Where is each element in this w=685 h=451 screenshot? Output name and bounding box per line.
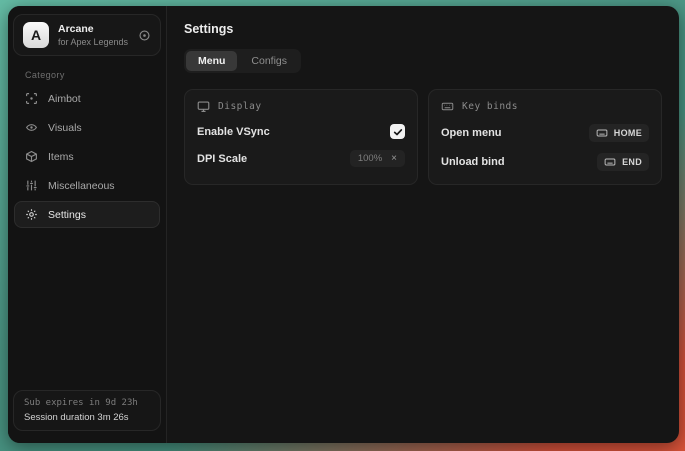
sidebar-item-items[interactable]: Items <box>14 143 160 170</box>
display-card: Display Enable VSync DPI Scale 100% × <box>184 89 418 185</box>
page-title: Settings <box>184 22 662 36</box>
tab-menu[interactable]: Menu <box>186 51 237 71</box>
sidebar: A Arcane for Apex Legends Category <box>8 6 167 443</box>
clear-icon[interactable]: × <box>391 154 397 164</box>
keybinds-card-title: Key binds <box>462 101 518 112</box>
dpi-label: DPI Scale <box>197 153 247 165</box>
sliders-icon <box>25 179 38 192</box>
main-content: Settings Menu Configs Display Enable VSy… <box>167 6 679 443</box>
sidebar-item-visuals[interactable]: Visuals <box>14 114 160 141</box>
app-window: A Arcane for Apex Legends Category <box>8 6 679 443</box>
session-card: Sub expires in 9d 23h Session duration 3… <box>13 390 161 431</box>
keybinds-card: Key binds Open menu HOME Unload bin <box>428 89 662 185</box>
sidebar-item-label: Miscellaneous <box>48 180 115 192</box>
sidebar-item-label: Items <box>48 151 74 163</box>
dpi-row: DPI Scale 100% × <box>197 150 405 167</box>
session-duration-text: Session duration 3m 26s <box>24 412 150 423</box>
open-menu-key: HOME <box>614 128 642 138</box>
sidebar-item-label: Settings <box>48 209 86 221</box>
app-name: Arcane <box>58 23 128 35</box>
tab-configs[interactable]: Configs <box>239 51 299 71</box>
display-card-header: Display <box>197 100 405 113</box>
sidebar-item-label: Visuals <box>48 122 82 134</box>
profile-card: A Arcane for Apex Legends <box>13 14 161 56</box>
unload-bind-label: Unload bind <box>441 156 505 168</box>
unload-bind-row: Unload bind END <box>441 153 649 171</box>
eye-icon <box>25 121 38 134</box>
sidebar-item-miscellaneous[interactable]: Miscellaneous <box>14 172 160 199</box>
cube-icon <box>25 150 38 163</box>
dpi-value: 100% <box>358 153 382 164</box>
unload-keybind[interactable]: END <box>597 153 649 171</box>
target-icon[interactable] <box>138 29 151 42</box>
keyboard-icon <box>604 156 616 168</box>
settings-cards: Display Enable VSync DPI Scale 100% × <box>184 89 662 185</box>
sidebar-item-settings[interactable]: Settings <box>14 201 160 228</box>
display-card-title: Display <box>218 101 262 112</box>
crosshair-icon <box>25 92 38 105</box>
open-menu-label: Open menu <box>441 127 502 139</box>
dpi-scale-control[interactable]: 100% × <box>350 150 405 167</box>
category-label: Category <box>25 70 166 80</box>
open-menu-keybind[interactable]: HOME <box>589 124 649 142</box>
sub-expires-text: Sub expires in 9d 23h <box>24 398 150 408</box>
app-logo: A <box>23 22 49 48</box>
keyboard-icon <box>441 100 454 113</box>
unload-key: END <box>622 157 642 167</box>
keyboard-icon <box>596 127 608 139</box>
open-menu-row: Open menu HOME <box>441 124 649 142</box>
check-icon <box>393 127 403 137</box>
monitor-icon <box>197 100 210 113</box>
tab-bar: Menu Configs <box>184 49 301 73</box>
gear-icon <box>25 208 38 221</box>
app-subtitle: for Apex Legends <box>58 37 128 47</box>
sidebar-item-aimbot[interactable]: Aimbot <box>14 85 160 112</box>
keybinds-card-header: Key binds <box>441 100 649 113</box>
vsync-row: Enable VSync <box>197 124 405 139</box>
sidebar-item-label: Aimbot <box>48 93 81 105</box>
sidebar-nav: Aimbot Visuals Items <box>8 85 166 228</box>
vsync-checkbox[interactable] <box>390 124 405 139</box>
profile-text: Arcane for Apex Legends <box>58 23 128 47</box>
vsync-label: Enable VSync <box>197 126 270 138</box>
